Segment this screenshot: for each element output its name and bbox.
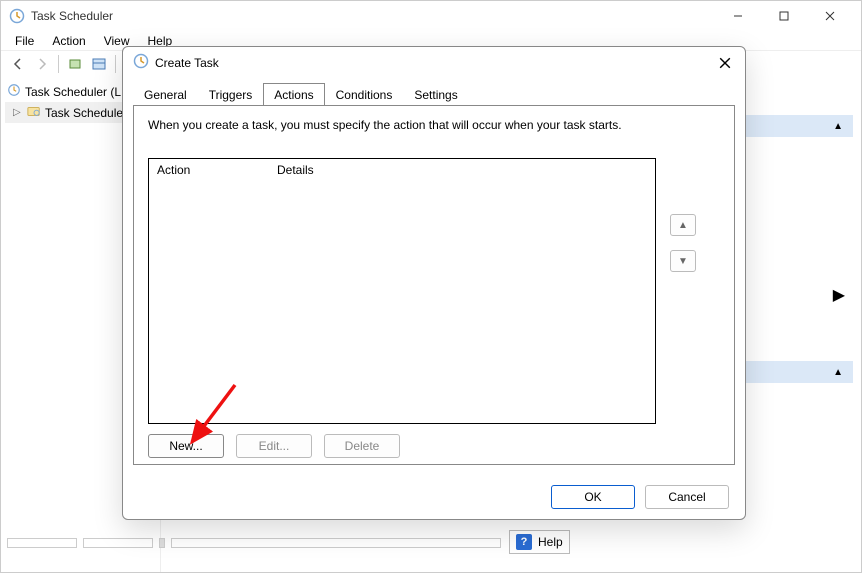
status-block	[7, 538, 77, 548]
tab-actions[interactable]: Actions	[263, 83, 324, 106]
splitter-handle[interactable]	[159, 538, 165, 548]
app-icon	[9, 8, 25, 24]
forward-button[interactable]	[31, 53, 53, 75]
help-label: Help	[538, 535, 563, 549]
expand-icon[interactable]: ▷	[13, 107, 23, 118]
dialog-close-button[interactable]	[715, 53, 735, 73]
back-button[interactable]	[7, 53, 29, 75]
cancel-button[interactable]: Cancel	[645, 485, 729, 509]
maximize-button[interactable]	[761, 1, 807, 31]
tabstrip: General Triggers Actions Conditions Sett…	[133, 81, 735, 105]
help-item[interactable]: ? Help	[509, 530, 570, 554]
toolbar-icon-1[interactable]	[64, 53, 86, 75]
col-action[interactable]: Action	[149, 163, 269, 177]
splitter-area	[7, 538, 501, 548]
col-details[interactable]: Details	[269, 163, 322, 177]
clock-icon	[133, 53, 149, 74]
actions-list[interactable]: Action Details	[148, 158, 656, 424]
list-header: Action Details	[149, 159, 655, 181]
titlebar: Task Scheduler	[1, 1, 861, 31]
chevron-right-icon[interactable]: ▶	[833, 285, 845, 305]
close-button[interactable]	[807, 1, 853, 31]
description-text: When you create a task, you must specify…	[148, 118, 720, 132]
move-down-button[interactable]: ▼	[670, 250, 696, 272]
clock-icon	[7, 83, 21, 100]
tab-conditions[interactable]: Conditions	[325, 83, 404, 106]
window-controls	[715, 1, 853, 31]
action-buttons: New... Edit... Delete	[148, 434, 400, 458]
chevron-up-icon[interactable]: ▲	[833, 367, 843, 378]
menu-action[interactable]: Action	[44, 32, 93, 50]
move-up-button[interactable]: ▲	[670, 214, 696, 236]
toolbar-icon-2[interactable]	[88, 53, 110, 75]
ok-button[interactable]: OK	[551, 485, 635, 509]
tab-general[interactable]: General	[133, 83, 198, 106]
create-task-dialog: Create Task General Triggers Actions Con…	[122, 46, 746, 520]
tree-root-label: Task Scheduler (L	[25, 85, 121, 99]
dialog-title: Create Task	[155, 56, 715, 70]
minimize-button[interactable]	[715, 1, 761, 31]
window-title: Task Scheduler	[31, 9, 715, 23]
status-block	[171, 538, 501, 548]
edit-button[interactable]: Edit...	[236, 434, 312, 458]
folder-icon	[27, 104, 41, 121]
help-icon: ?	[516, 534, 532, 550]
status-block	[83, 538, 153, 548]
tab-body: When you create a task, you must specify…	[133, 105, 735, 465]
menu-file[interactable]: File	[7, 32, 42, 50]
chevron-up-icon[interactable]: ▲	[833, 121, 843, 132]
new-button[interactable]: New...	[148, 434, 224, 458]
delete-button[interactable]: Delete	[324, 434, 400, 458]
dialog-footer: OK Cancel	[123, 475, 745, 519]
dialog-titlebar: Create Task	[123, 47, 745, 79]
tab-triggers[interactable]: Triggers	[198, 83, 264, 106]
tab-settings[interactable]: Settings	[403, 83, 468, 106]
tree-library-label: Task Schedule	[45, 106, 123, 120]
reorder-buttons: ▲ ▼	[670, 214, 696, 272]
